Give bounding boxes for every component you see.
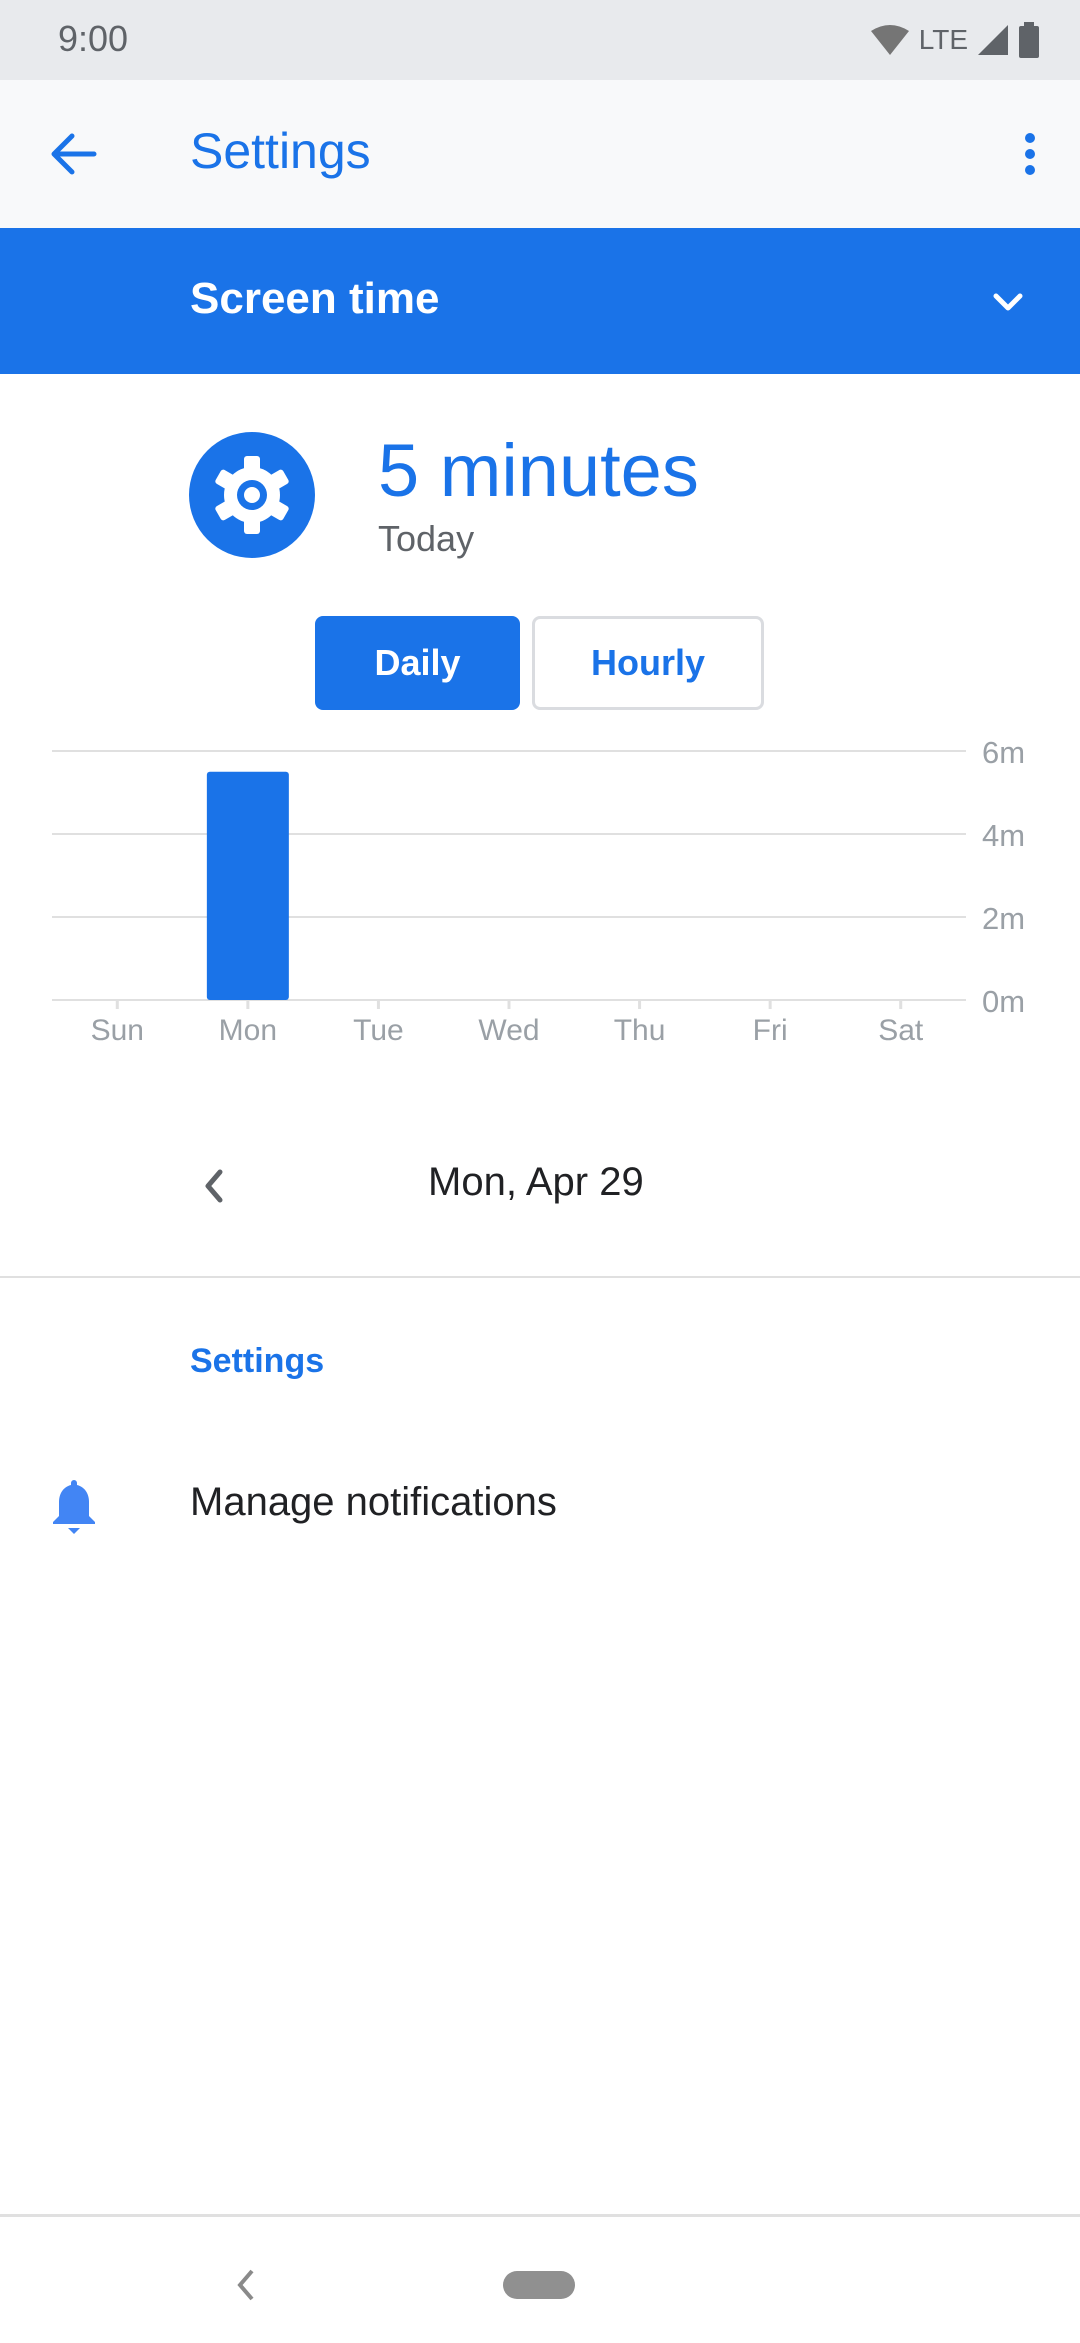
y-tick-label: 6m [982, 735, 1025, 770]
y-tick-label: 0m [982, 984, 1025, 1019]
screen-time-period: Today [378, 518, 475, 559]
daily-toggle-button[interactable]: Daily [315, 616, 520, 710]
expand-button[interactable] [984, 278, 1032, 326]
wifi-icon [870, 25, 909, 55]
manage-notifications-item[interactable]: Manage notifications [0, 1440, 1080, 1570]
usage-bar-chart: 0m 2m 4m 6m Sun Mon Tue Wed Thu Fri Sat [52, 735, 1025, 1047]
x-tick-label: Wed [478, 1014, 539, 1047]
chevron-left-icon [205, 1169, 223, 1203]
section-title: Screen time [190, 274, 440, 323]
bell-icon [53, 1480, 95, 1534]
settings-gear-icon [215, 456, 289, 534]
x-tick-label: Thu [614, 1014, 666, 1047]
status-bar: 9:00 LTE [0, 0, 1080, 80]
settings-section-header: Settings [190, 1342, 325, 1380]
manage-notifications-label: Manage notifications [190, 1480, 557, 1524]
status-time: 9:00 [58, 18, 129, 59]
more-options-button[interactable] [1000, 124, 1060, 184]
y-tick-label: 4m [982, 818, 1025, 853]
previous-day-button[interactable] [188, 1160, 240, 1212]
app-title: Settings [190, 123, 371, 179]
selected-date: Mon, Apr 29 [428, 1160, 644, 1204]
back-button[interactable] [44, 124, 104, 184]
hourly-toggle-button[interactable]: Hourly [532, 616, 764, 710]
divider [0, 1276, 1080, 1278]
arrow-back-icon [51, 133, 97, 175]
x-tick-label: Mon [219, 1014, 277, 1047]
navigation-bar [0, 2214, 1080, 2343]
chevron-down-icon [993, 293, 1023, 311]
status-icons: LTE [869, 20, 1040, 60]
app-bar: Settings [0, 80, 1080, 228]
y-tick-label: 2m [982, 901, 1025, 936]
home-pill-icon[interactable] [503, 2271, 575, 2299]
nav-back-icon [237, 2269, 254, 2301]
x-tick-label: Fri [753, 1014, 788, 1047]
nav-back-button[interactable] [226, 2265, 266, 2305]
x-tick-label: Sun [91, 1014, 144, 1047]
signal-icon [978, 25, 1008, 55]
x-tick-label: Sat [878, 1014, 924, 1047]
network-type: LTE [918, 24, 968, 55]
bar-mon [206, 771, 289, 1000]
x-tick-label: Tue [353, 1014, 404, 1047]
app-icon [189, 432, 315, 558]
more-vert-icon [1025, 133, 1035, 175]
battery-icon [1019, 22, 1039, 58]
screen-time-header[interactable]: Screen time [0, 228, 1080, 374]
screen-time-value: 5 minutes [378, 429, 699, 512]
